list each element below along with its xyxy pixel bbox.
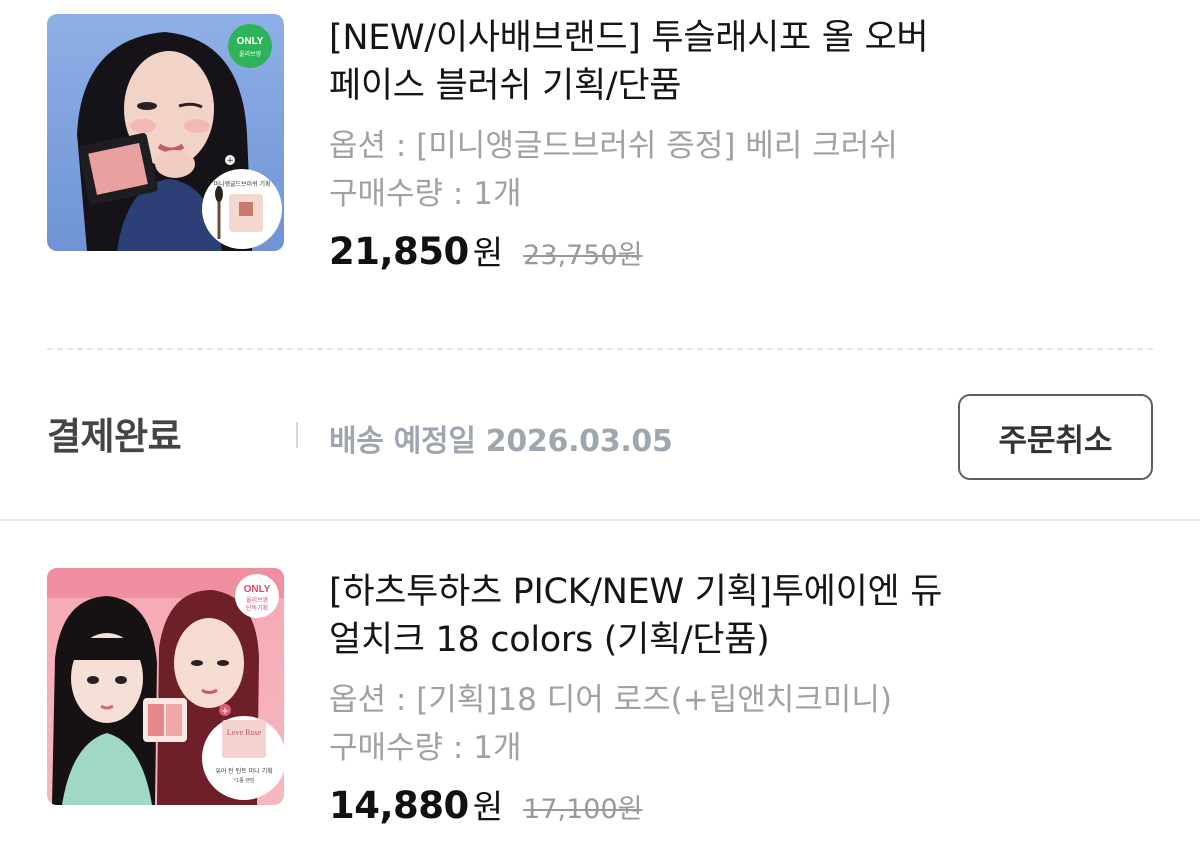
sale-price-2: 14,880 [329, 784, 469, 827]
original-price-2: 17,100원 [523, 794, 643, 825]
section-divider [0, 519, 1200, 521]
product-option-1: 옵션 : [미니앵글드브러쉬 증정] 베리 크러쉬 [329, 128, 898, 164]
only-badge-2-line2: 올리브영 [246, 596, 268, 604]
payment-status-label: 결제완료 [47, 415, 182, 458]
package-text-2: Love Rose [227, 728, 262, 737]
product-image-1[interactable]: ONLY 올리브영 + 미니앵글드브러쉬 기획 [47, 14, 284, 251]
product-image-2[interactable]: ONLY 올리브영 단독기획 + Love Rose 유어 틴 틴트 미니 기획… [47, 568, 284, 805]
order-history-page: ONLY 올리브영 + 미니앵글드브러쉬 기획 [NEW/이사배브랜드] 투슬래… [0, 0, 1200, 861]
only-badge-line2: 올리브영 [239, 50, 261, 58]
product-quantity-2: 구매수량 : 1개 [329, 730, 522, 766]
only-badge-line1: ONLY [237, 36, 264, 47]
product-info-1: [NEW/이사배브랜드] 투슬래시포 올 오버 페이스 블러쉬 기획/단품 옵션… [329, 14, 1129, 276]
currency-1: 원 [472, 233, 504, 272]
delivery-date: 배송 예정일 2026.03.05 [329, 424, 673, 459]
cancel-order-button[interactable]: 주문취소 [958, 394, 1153, 480]
product-title-1-line2[interactable]: 페이스 블러쉬 기획/단품 [329, 66, 681, 106]
only-badge-2-line1: ONLY [244, 584, 271, 595]
svg-text:+: + [221, 706, 229, 717]
product-option-2: 옵션 : [기획]18 디어 로즈(+립앤치크미니) [329, 682, 892, 718]
gift-subcaption-2: *1종 랜덤 [233, 777, 254, 784]
product-info-2: [하츠투하츠 PICK/NEW 기획]투에이엔 듀 얼치크 18 colors … [329, 568, 1129, 830]
price-line-2: 14,880 원 17,100원 [329, 780, 1129, 830]
price-line-1: 21,850 원 23,750원 [329, 226, 1129, 276]
currency-2: 원 [472, 787, 504, 826]
product-title-2[interactable]: [하츠투하츠 PICK/NEW 기획]투에이엔 듀 얼치크 18 colors … [329, 568, 1129, 664]
gift-caption-1: 미니앵글드브러쉬 기획 [213, 180, 270, 188]
product-title-2-line2[interactable]: 얼치크 18 colors (기획/단품) [329, 620, 770, 660]
order-status-bar: 결제완료 배송 예정일 2026.03.05 주문취소 [0, 380, 1200, 490]
status-separator [296, 422, 298, 448]
product-title-1[interactable]: [NEW/이사배브랜드] 투슬래시포 올 오버 페이스 블러쉬 기획/단품 [329, 14, 1129, 110]
gift-caption-2: 유어 틴 틴트 미니 기획 [215, 767, 272, 775]
product-title-1-line1[interactable]: [NEW/이사배브랜드] 투슬래시포 올 오버 [329, 18, 929, 58]
product-title-2-line1[interactable]: [하츠투하츠 PICK/NEW 기획]투에이엔 듀 [329, 572, 942, 612]
original-price-1: 23,750원 [523, 240, 643, 271]
only-badge-2-line3: 단독기획 [246, 604, 268, 612]
product-quantity-1: 구매수량 : 1개 [329, 176, 522, 212]
svg-text:+: + [226, 156, 234, 166]
dashed-divider [47, 348, 1153, 350]
sale-price-1: 21,850 [329, 230, 469, 273]
